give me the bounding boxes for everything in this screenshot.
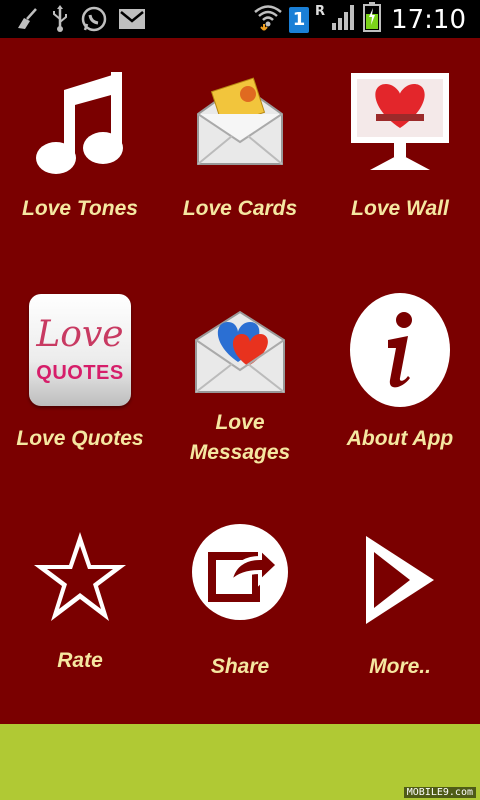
signal-icon <box>331 3 357 36</box>
info-icon <box>348 292 452 413</box>
love-card-envelope-icon <box>190 64 290 173</box>
share-label: Share <box>210 655 270 678</box>
menu-grid: Love Tones Love Cards Love Wall Love QUO… <box>0 38 480 724</box>
love-messages-envelope-icon <box>192 296 288 401</box>
sim-badge: 1 <box>289 6 310 33</box>
usb-icon <box>50 5 70 38</box>
battery-icon <box>363 2 382 37</box>
love-messages-label-line1: Love <box>215 411 265 434</box>
about-app-label: About App <box>346 427 454 450</box>
love-wall-label: Love Wall <box>351 197 449 220</box>
menu-item-love-quotes[interactable]: Love QUOTES Love Quotes <box>0 278 160 508</box>
love-quotes-label: Love Quotes <box>16 427 144 450</box>
quotes-icon-text-love: Love <box>36 314 124 355</box>
wifi-icon <box>253 3 283 36</box>
watermark: MOBILE9.com <box>403 787 476 798</box>
love-quotes-icon: Love QUOTES <box>29 294 131 406</box>
play-store-icon <box>360 532 440 633</box>
menu-item-more[interactable]: More.. <box>320 518 480 718</box>
menu-item-about-app[interactable]: About App <box>320 278 480 508</box>
monitor-heart-icon <box>348 70 452 179</box>
share-icon <box>190 522 290 627</box>
menu-item-love-cards[interactable]: Love Cards <box>160 38 320 258</box>
cleanup-icon <box>14 6 40 37</box>
email-icon <box>118 8 146 35</box>
menu-item-share[interactable]: Share <box>160 518 320 718</box>
more-label: More.. <box>369 655 431 678</box>
whatsapp-icon <box>80 5 108 38</box>
love-tones-label: Love Tones <box>22 197 138 220</box>
menu-item-love-tones[interactable]: Love Tones <box>0 38 160 258</box>
roaming-indicator: R <box>315 4 326 19</box>
ad-banner[interactable]: MOBILE9.com <box>0 724 480 800</box>
quotes-icon-text-quotes: QUOTES <box>36 362 124 384</box>
music-note-icon <box>30 64 130 185</box>
love-messages-label-line2: Messages <box>189 441 291 464</box>
status-bar: 1 R 17:10 <box>0 0 480 38</box>
clock: 17:10 <box>391 4 466 35</box>
star-icon <box>30 528 130 633</box>
love-cards-label: Love Cards <box>182 197 298 220</box>
rate-label: Rate <box>57 649 103 672</box>
menu-item-love-wall[interactable]: Love Wall <box>320 38 480 258</box>
menu-item-love-messages[interactable]: Love Messages <box>160 278 320 508</box>
menu-item-rate[interactable]: Rate <box>0 518 160 718</box>
